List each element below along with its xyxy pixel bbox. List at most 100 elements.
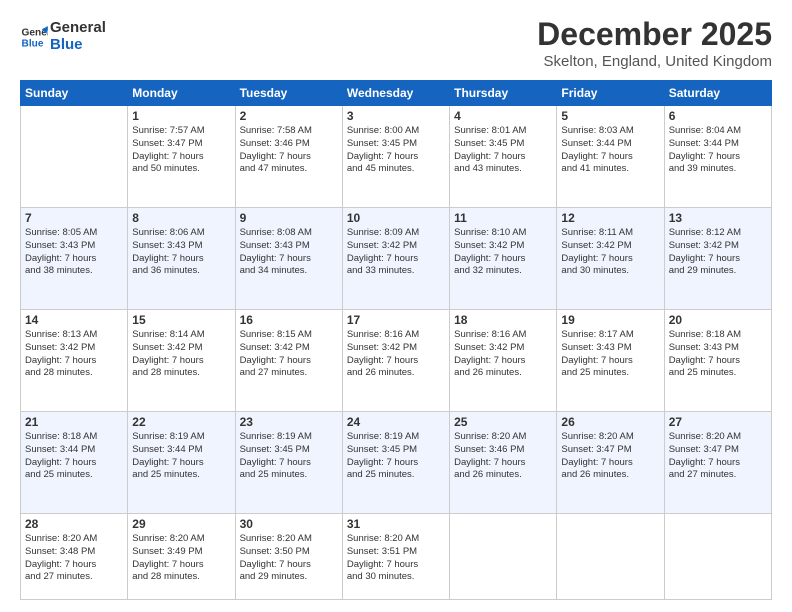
day-info: Sunrise: 8:01 AM Sunset: 3:45 PM Dayligh…: [454, 125, 552, 176]
day-cell: 9 Sunrise: 8:08 AM Sunset: 3:43 PM Daylig…: [235, 207, 342, 309]
col-friday: Friday: [557, 81, 664, 106]
day-number: 9: [240, 211, 338, 225]
day-number: 24: [347, 415, 445, 429]
day-cell: 1 Sunrise: 7:57 AM Sunset: 3:47 PM Daylig…: [128, 106, 235, 208]
day-cell: [21, 106, 128, 208]
day-info: Sunrise: 8:20 AM Sunset: 3:46 PM Dayligh…: [454, 431, 552, 482]
day-cell: 19Sunrise: 8:17 AM Sunset: 3:43 PM Dayli…: [557, 309, 664, 411]
day-cell: 29Sunrise: 8:20 AM Sunset: 3:49 PM Dayli…: [128, 513, 235, 599]
day-cell: 22 Sunrise: 8:19 AM Sunset: 3:44 PM Dayli…: [128, 411, 235, 513]
day-cell: [450, 513, 557, 599]
week-row-1: 1 Sunrise: 7:57 AM Sunset: 3:47 PM Daylig…: [21, 106, 772, 208]
day-info: Sunrise: 8:00 AM Sunset: 3:45 PM Dayligh…: [347, 125, 445, 176]
day-cell: 31 Sunrise: 8:20 AM Sunset: 3:51 PM Dayli…: [342, 513, 449, 599]
day-info: Sunrise: 8:05 AM Sunset: 3:43 PM Dayligh…: [25, 227, 123, 278]
day-cell: 30 Sunrise: 8:20 AM Sunset: 3:50 PM Dayli…: [235, 513, 342, 599]
logo-blue: Blue: [50, 37, 106, 54]
day-number: 10: [347, 211, 445, 225]
day-info: Sunrise: 7:58 AM Sunset: 3:46 PM Dayligh…: [240, 125, 338, 176]
week-row-2: 7 Sunrise: 8:05 AM Sunset: 3:43 PM Daylig…: [21, 207, 772, 309]
day-cell: 3Sunrise: 8:00 AM Sunset: 3:45 PM Daylig…: [342, 106, 449, 208]
col-monday: Monday: [128, 81, 235, 106]
day-cell: 4 Sunrise: 8:01 AM Sunset: 3:45 PM Daylig…: [450, 106, 557, 208]
day-cell: 14 Sunrise: 8:13 AM Sunset: 3:42 PM Dayli…: [21, 309, 128, 411]
day-info: Sunrise: 8:20 AM Sunset: 3:47 PM Dayligh…: [669, 431, 767, 482]
page: General Blue General Blue December 2025 …: [0, 0, 792, 612]
day-number: 14: [25, 313, 123, 327]
header: General Blue General Blue December 2025 …: [20, 16, 772, 70]
day-cell: 21Sunrise: 8:18 AM Sunset: 3:44 PM Dayli…: [21, 411, 128, 513]
day-number: 13: [669, 211, 767, 225]
day-number: 7: [25, 211, 123, 225]
day-info: Sunrise: 8:20 AM Sunset: 3:50 PM Dayligh…: [240, 533, 338, 584]
day-info: Sunrise: 8:08 AM Sunset: 3:43 PM Dayligh…: [240, 227, 338, 278]
day-cell: 5Sunrise: 8:03 AM Sunset: 3:44 PM Daylig…: [557, 106, 664, 208]
day-cell: 18 Sunrise: 8:16 AM Sunset: 3:42 PM Dayli…: [450, 309, 557, 411]
day-number: 27: [669, 415, 767, 429]
day-cell: 24 Sunrise: 8:19 AM Sunset: 3:45 PM Dayli…: [342, 411, 449, 513]
day-cell: 2 Sunrise: 7:58 AM Sunset: 3:46 PM Daylig…: [235, 106, 342, 208]
week-row-3: 14 Sunrise: 8:13 AM Sunset: 3:42 PM Dayli…: [21, 309, 772, 411]
day-info: Sunrise: 8:13 AM Sunset: 3:42 PM Dayligh…: [25, 329, 123, 380]
day-info: Sunrise: 8:16 AM Sunset: 3:42 PM Dayligh…: [454, 329, 552, 380]
day-number: 22: [132, 415, 230, 429]
day-cell: 20 Sunrise: 8:18 AM Sunset: 3:43 PM Dayli…: [664, 309, 771, 411]
title-block: December 2025 Skelton, England, United K…: [537, 16, 772, 70]
day-info: Sunrise: 8:19 AM Sunset: 3:44 PM Dayligh…: [132, 431, 230, 482]
svg-text:Blue: Blue: [22, 38, 44, 49]
day-cell: 23Sunrise: 8:19 AM Sunset: 3:45 PM Dayli…: [235, 411, 342, 513]
day-info: Sunrise: 8:20 AM Sunset: 3:48 PM Dayligh…: [25, 533, 123, 584]
day-number: 8: [132, 211, 230, 225]
day-number: 17: [347, 313, 445, 327]
day-info: Sunrise: 8:11 AM Sunset: 3:42 PM Dayligh…: [561, 227, 659, 278]
logo-general: General: [50, 19, 106, 36]
week-row-4: 21Sunrise: 8:18 AM Sunset: 3:44 PM Dayli…: [21, 411, 772, 513]
day-info: Sunrise: 8:04 AM Sunset: 3:44 PM Dayligh…: [669, 125, 767, 176]
day-cell: 7 Sunrise: 8:05 AM Sunset: 3:43 PM Daylig…: [21, 207, 128, 309]
day-info: Sunrise: 8:19 AM Sunset: 3:45 PM Dayligh…: [240, 431, 338, 482]
day-cell: [664, 513, 771, 599]
location-subtitle: Skelton, England, United Kingdom: [537, 53, 772, 70]
day-cell: 26Sunrise: 8:20 AM Sunset: 3:47 PM Dayli…: [557, 411, 664, 513]
day-cell: 6 Sunrise: 8:04 AM Sunset: 3:44 PM Daylig…: [664, 106, 771, 208]
day-number: 19: [561, 313, 659, 327]
day-cell: 17Sunrise: 8:16 AM Sunset: 3:42 PM Dayli…: [342, 309, 449, 411]
day-cell: 12Sunrise: 8:11 AM Sunset: 3:42 PM Dayli…: [557, 207, 664, 309]
day-cell: 16 Sunrise: 8:15 AM Sunset: 3:42 PM Dayli…: [235, 309, 342, 411]
day-cell: 15Sunrise: 8:14 AM Sunset: 3:42 PM Dayli…: [128, 309, 235, 411]
day-info: Sunrise: 8:14 AM Sunset: 3:42 PM Dayligh…: [132, 329, 230, 380]
day-number: 16: [240, 313, 338, 327]
day-number: 2: [240, 109, 338, 123]
day-info: Sunrise: 8:20 AM Sunset: 3:51 PM Dayligh…: [347, 533, 445, 584]
day-number: 5: [561, 109, 659, 123]
day-info: Sunrise: 8:06 AM Sunset: 3:43 PM Dayligh…: [132, 227, 230, 278]
col-saturday: Saturday: [664, 81, 771, 106]
day-cell: 28 Sunrise: 8:20 AM Sunset: 3:48 PM Dayli…: [21, 513, 128, 599]
day-info: Sunrise: 8:12 AM Sunset: 3:42 PM Dayligh…: [669, 227, 767, 278]
day-cell: 27 Sunrise: 8:20 AM Sunset: 3:47 PM Dayli…: [664, 411, 771, 513]
day-info: Sunrise: 7:57 AM Sunset: 3:47 PM Dayligh…: [132, 125, 230, 176]
day-number: 6: [669, 109, 767, 123]
day-number: 18: [454, 313, 552, 327]
day-cell: 13 Sunrise: 8:12 AM Sunset: 3:42 PM Dayli…: [664, 207, 771, 309]
day-number: 31: [347, 517, 445, 531]
day-info: Sunrise: 8:09 AM Sunset: 3:42 PM Dayligh…: [347, 227, 445, 278]
day-info: Sunrise: 8:19 AM Sunset: 3:45 PM Dayligh…: [347, 431, 445, 482]
col-sunday: Sunday: [21, 81, 128, 106]
col-wednesday: Wednesday: [342, 81, 449, 106]
day-number: 29: [132, 517, 230, 531]
day-cell: 25Sunrise: 8:20 AM Sunset: 3:46 PM Dayli…: [450, 411, 557, 513]
day-number: 1: [132, 109, 230, 123]
day-number: 28: [25, 517, 123, 531]
day-cell: [557, 513, 664, 599]
day-info: Sunrise: 8:18 AM Sunset: 3:44 PM Dayligh…: [25, 431, 123, 482]
day-number: 4: [454, 109, 552, 123]
logo-icon: General Blue: [20, 23, 48, 51]
day-info: Sunrise: 8:15 AM Sunset: 3:42 PM Dayligh…: [240, 329, 338, 380]
logo: General Blue General Blue: [20, 20, 106, 53]
col-tuesday: Tuesday: [235, 81, 342, 106]
day-info: Sunrise: 8:18 AM Sunset: 3:43 PM Dayligh…: [669, 329, 767, 380]
day-cell: 11Sunrise: 8:10 AM Sunset: 3:42 PM Dayli…: [450, 207, 557, 309]
day-number: 20: [669, 313, 767, 327]
day-number: 30: [240, 517, 338, 531]
